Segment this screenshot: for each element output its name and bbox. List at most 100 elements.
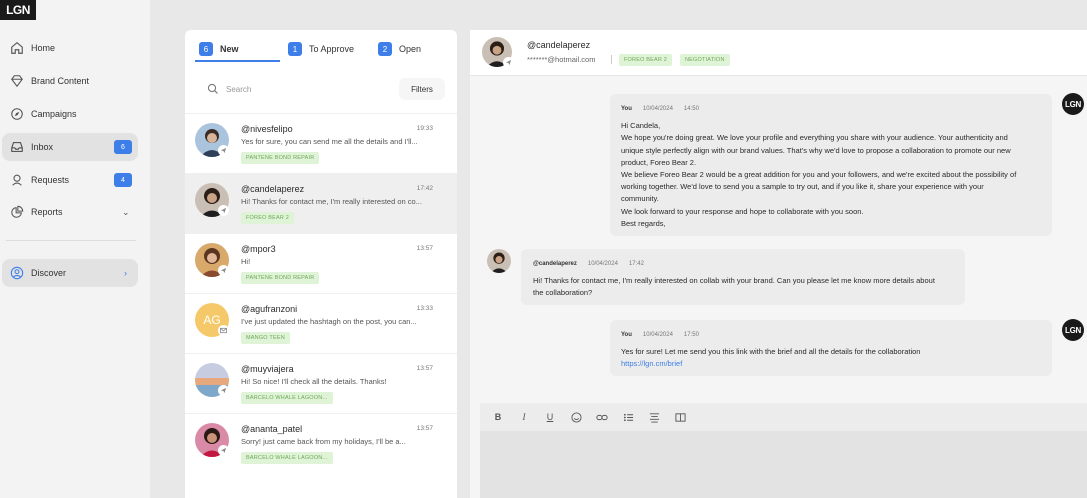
list-icon <box>623 413 633 421</box>
outgoing-message: You 10/04/2024 17:50 Yes for sure! Let m… <box>610 320 1052 376</box>
underline-button[interactable]: U <box>542 409 558 425</box>
emoji-icon <box>570 411 582 423</box>
message-date: 10/04/2024 <box>642 106 673 112</box>
link-button[interactable] <box>594 409 610 425</box>
conversation-preview: Hi! Thanks for contact me, I'm really in… <box>241 197 422 206</box>
send-icon <box>218 385 229 396</box>
conversation-preview: Hi! <box>241 257 251 266</box>
sidebar: LGN Home Brand Content Campaigns Inbox 6… <box>0 0 150 498</box>
sidebar-item-brand-content[interactable]: Brand Content <box>2 67 138 95</box>
conversation-time: 13:57 <box>416 365 433 372</box>
message-sender: @candelaperez <box>533 261 577 267</box>
conversation-row[interactable]: @nivesfelipo 19:33 Yes for sure, you can… <box>185 113 457 173</box>
sidebar-item-label: Reports <box>31 207 63 217</box>
conversation-preview: Hi! So nice! I'll check all the details.… <box>241 377 387 386</box>
message-meta: @candelaperez 10/04/2024 17:42 <box>533 258 953 270</box>
sidebar-item-label: Inbox <box>31 142 54 152</box>
tab-new[interactable]: 6 New <box>199 40 239 58</box>
tab-label: To Approve <box>309 44 355 54</box>
conversation-row[interactable]: AG @agufranzoni 13:33 I've just updated … <box>185 293 457 353</box>
sidebar-item-home[interactable]: Home <box>2 34 138 62</box>
active-tab-indicator <box>195 60 280 62</box>
conversation-row[interactable]: @candelaperez 17:42 Hi! Thanks for conta… <box>185 173 457 233</box>
tab-count: 6 <box>199 42 213 56</box>
requests-count-badge: 4 <box>114 173 132 187</box>
conversation-username: @nivesfelipo <box>241 124 293 134</box>
conversation-time: 13:33 <box>416 305 433 312</box>
chat-username: @candelaperez <box>527 40 591 50</box>
formatting-toolbar: B I U <box>480 403 1087 431</box>
conversation-preview: I've just updated the hashtagh on the po… <box>241 317 417 326</box>
tab-to-approve[interactable]: 1 To Approve <box>288 40 354 58</box>
conversation-time: 19:33 <box>416 125 433 132</box>
message-body: Hi! Thanks for contact me, I'm really in… <box>533 275 953 299</box>
brief-link[interactable]: https://lgn.cm/brief <box>621 358 1041 370</box>
bullet-list-button[interactable] <box>620 409 636 425</box>
message-line: Hi Candela, <box>621 121 661 131</box>
message-time: 17:50 <box>683 332 699 338</box>
sidebar-item-label: Requests <box>31 175 70 185</box>
chat-panel: @candelaperez *******@hotmail.com FOREO … <box>470 30 1087 498</box>
sidebar-item-inbox[interactable]: Inbox 6 <box>2 133 138 161</box>
sidebar-item-discover[interactable]: Discover › <box>2 259 138 287</box>
campaign-tag: FOREO BEAR 2 <box>241 212 295 224</box>
message-line: Best regards, <box>621 218 666 228</box>
send-icon <box>218 445 229 456</box>
conversation-preview: Sorry! just came back from my holidays, … <box>241 437 406 446</box>
conversation-row[interactable]: @muyviajera 13:57 Hi! So nice! I'll chec… <box>185 353 457 413</box>
incoming-message: @candelaperez 10/04/2024 17:42 Hi! Thank… <box>521 249 965 305</box>
chat-header: @candelaperez *******@hotmail.com FOREO … <box>470 30 1087 76</box>
user-circle-icon <box>10 266 24 280</box>
conversation-row[interactable]: @mpor3 13:57 Hi! PANTENE BOND REPAIR <box>185 233 457 293</box>
italic-button[interactable]: I <box>516 409 532 425</box>
mail-icon <box>218 325 229 336</box>
tab-label: New <box>220 44 239 54</box>
conversation-row[interactable]: @ananta_patel 13:57 Sorry! just came bac… <box>185 413 457 473</box>
sidebar-item-reports[interactable]: Reports ⌄ <box>2 198 138 226</box>
tab-count: 1 <box>288 42 302 56</box>
conversation-username: @agufranzoni <box>241 304 298 314</box>
conversation-preview: Yes for sure, you can send me all the de… <box>241 137 418 146</box>
align-icon <box>649 412 659 423</box>
inbox-icon <box>11 142 23 152</box>
message-sender: You <box>621 106 632 112</box>
sidebar-item-campaigns[interactable]: Campaigns <box>2 100 138 128</box>
message-line: product, Foreo Bear 2. <box>621 157 697 167</box>
bold-button[interactable]: B <box>490 409 506 425</box>
message-time: 17:42 <box>628 261 644 267</box>
campaign-tag: MANGO TEEN <box>241 332 290 344</box>
chevron-down-icon: ⌄ <box>122 206 130 217</box>
send-icon <box>503 57 514 68</box>
align-button[interactable] <box>646 409 662 425</box>
message-line: Hi! Thanks for contact me, I'm really in… <box>533 276 935 286</box>
message-line: unique style perfectly align with our br… <box>621 145 1011 155</box>
message-meta: You 10/04/2024 14:50 <box>621 103 1041 115</box>
message-line: We believe Foreo Bear 2 would be a great… <box>621 170 1017 180</box>
campaign-tag: BARCELO WHALE LAGOON... <box>241 392 333 404</box>
sidebar-item-label: Brand Content <box>31 76 90 86</box>
tab-label: Open <box>399 44 422 54</box>
home-icon <box>11 42 23 54</box>
conversation-time: 17:42 <box>416 185 433 192</box>
search-input[interactable]: Search <box>197 78 393 100</box>
message-line: community. <box>621 194 659 204</box>
outgoing-message: You 10/04/2024 14:50 Hi Candela, We hope… <box>610 94 1052 236</box>
tab-open[interactable]: 2 Open <box>378 40 421 58</box>
inbox-count-badge: 6 <box>114 140 132 154</box>
status-tag: NEGOTIATION <box>680 54 730 66</box>
compass-icon <box>11 108 23 120</box>
sidebar-divider <box>6 240 136 241</box>
sender-avatar: LGN <box>1062 93 1084 115</box>
conversation-username: @ananta_patel <box>241 424 303 434</box>
campaign-tag: BARCELO WHALE LAGOON... <box>241 452 333 464</box>
message-date: 10/04/2024 <box>642 332 673 338</box>
campaign-tag: PANTENE BOND REPAIR <box>241 152 320 164</box>
sidebar-item-requests[interactable]: Requests 4 <box>2 166 138 194</box>
emoji-button[interactable] <box>568 409 584 425</box>
book-button[interactable] <box>672 409 688 425</box>
app-logo[interactable]: LGN <box>0 0 36 20</box>
search-icon <box>207 83 218 94</box>
filters-button[interactable]: Filters <box>399 78 445 100</box>
conversation-username: @candelaperez <box>241 184 305 194</box>
campaign-tag: PANTENE BOND REPAIR <box>241 272 320 284</box>
